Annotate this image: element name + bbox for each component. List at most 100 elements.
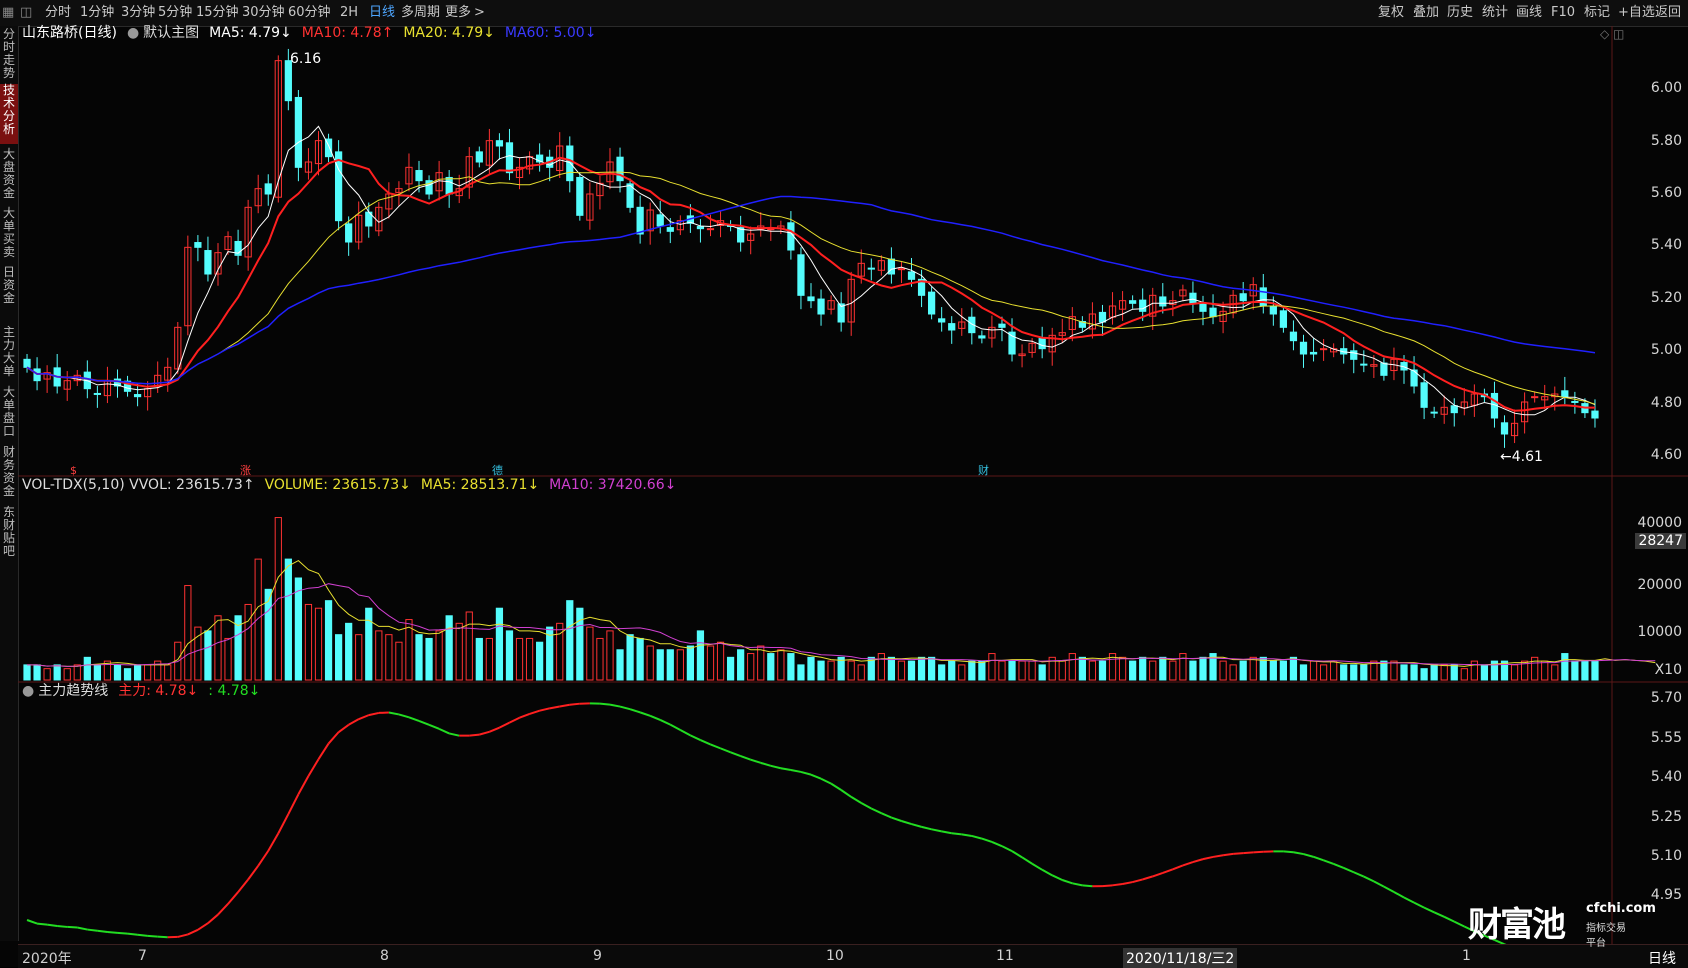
volume-bar bbox=[486, 638, 492, 680]
trend-segment bbox=[811, 775, 821, 779]
candle-body bbox=[1039, 339, 1045, 349]
trend-segment bbox=[288, 794, 298, 814]
trend-segment bbox=[620, 707, 630, 710]
volume-bar bbox=[748, 654, 754, 680]
volume-bar bbox=[1190, 661, 1196, 680]
chart-canvas: 6.16 ←4.61 $ 涨 德 财 bbox=[0, 0, 1688, 967]
trend-segment bbox=[429, 725, 439, 729]
vol-axis-label: 10000 bbox=[1637, 624, 1682, 640]
candle-body bbox=[1381, 363, 1387, 375]
volume-bar bbox=[617, 650, 623, 680]
candle-body bbox=[506, 143, 512, 173]
high-price-label: 6.16 bbox=[290, 51, 321, 67]
trend-segment bbox=[349, 719, 359, 725]
trend-segment bbox=[972, 836, 982, 839]
vol-cursor-value: 28247 bbox=[1635, 533, 1686, 549]
trend-segment bbox=[801, 772, 811, 775]
volume-bar bbox=[707, 646, 713, 680]
volume-bar bbox=[1310, 661, 1316, 680]
volume-bar bbox=[979, 661, 985, 680]
volume-bar bbox=[697, 631, 703, 680]
volume-bar bbox=[989, 654, 995, 680]
volume-bar bbox=[526, 638, 532, 680]
trend-segment bbox=[439, 729, 449, 734]
trend-segment bbox=[831, 784, 841, 790]
candle-body bbox=[577, 177, 583, 215]
trend-segment bbox=[1394, 892, 1404, 897]
volume-bar bbox=[928, 657, 934, 680]
trend-segment bbox=[600, 704, 610, 705]
volume-bar bbox=[205, 631, 211, 680]
price-axis-label: 4.80 bbox=[1651, 395, 1682, 411]
low-price-label: ←4.61 bbox=[1500, 449, 1543, 465]
trend-segment bbox=[248, 866, 258, 880]
trend-segment bbox=[1082, 885, 1092, 886]
date-label: 11 bbox=[996, 948, 1014, 964]
event-mark[interactable]: 德 bbox=[492, 463, 503, 477]
trend-segment bbox=[1133, 879, 1143, 882]
trend-segment bbox=[298, 776, 308, 794]
volume-bar bbox=[1059, 661, 1065, 680]
trend-segment bbox=[680, 730, 690, 735]
volume-bar bbox=[1140, 657, 1146, 680]
trend-segment bbox=[339, 725, 349, 732]
volume-bar bbox=[1079, 657, 1085, 680]
candle-body bbox=[788, 223, 794, 250]
trend-segment bbox=[308, 759, 318, 776]
trend-segment bbox=[781, 768, 791, 770]
trend-segment bbox=[449, 733, 459, 735]
volume-bar bbox=[647, 646, 653, 680]
volume-bar bbox=[908, 661, 914, 680]
candle-body bbox=[818, 299, 824, 314]
candle-body bbox=[1210, 308, 1216, 317]
trend-segment bbox=[1303, 854, 1313, 857]
trend-segment bbox=[670, 725, 680, 730]
volume-bar bbox=[1250, 657, 1256, 680]
candle-body bbox=[1421, 383, 1427, 408]
volume-bar bbox=[305, 604, 311, 680]
candle-body bbox=[1451, 406, 1457, 413]
candle-body bbox=[1160, 297, 1166, 306]
trend-segment bbox=[630, 709, 640, 712]
date-label: 8 bbox=[380, 948, 389, 964]
trend-segment bbox=[791, 770, 801, 772]
ma5-line bbox=[27, 126, 1595, 415]
trend-segment bbox=[319, 744, 329, 760]
volume-bar bbox=[587, 627, 593, 680]
period-label[interactable]: 日线 bbox=[1648, 948, 1676, 968]
candle-body bbox=[567, 146, 573, 181]
volume-bar bbox=[1421, 669, 1427, 680]
event-mark[interactable]: 财 bbox=[978, 463, 989, 477]
volume-bar bbox=[959, 665, 965, 680]
candle-body bbox=[1351, 351, 1357, 360]
candle-body bbox=[898, 269, 904, 270]
trend-segment bbox=[479, 732, 489, 735]
trend-axis-label: 5.70 bbox=[1651, 690, 1682, 706]
volume-bar bbox=[506, 631, 512, 680]
stock-chart-app: ▦ ◫ 分时 1分钟 3分钟 5分钟 15分钟 30分钟 60分钟 2H 日线 … bbox=[0, 0, 1688, 967]
event-mark[interactable]: $ bbox=[70, 464, 77, 477]
trend-segment bbox=[218, 904, 228, 915]
volume-bar bbox=[346, 623, 352, 680]
trend-segment bbox=[37, 924, 47, 925]
price-axis-label: 5.00 bbox=[1651, 342, 1682, 358]
event-mark[interactable]: 涨 bbox=[240, 464, 251, 477]
trend-segment bbox=[1414, 903, 1424, 908]
trend-segment bbox=[1314, 857, 1324, 860]
candle-body bbox=[94, 393, 100, 394]
volume-bar bbox=[366, 608, 372, 680]
volume-bar bbox=[758, 646, 764, 680]
candle-body bbox=[1431, 412, 1437, 413]
trend-segment bbox=[1454, 922, 1464, 927]
trend-segment bbox=[751, 760, 761, 763]
trend-segment bbox=[690, 735, 700, 740]
volume-bar bbox=[1300, 665, 1306, 680]
volume-bar bbox=[717, 642, 723, 680]
candle-body bbox=[134, 395, 140, 397]
volume-bar bbox=[1582, 661, 1588, 680]
volume-bar bbox=[597, 638, 603, 680]
trend-segment bbox=[67, 927, 77, 928]
trend-segment bbox=[409, 717, 419, 721]
volume-bar bbox=[315, 608, 321, 680]
trend-segment bbox=[1404, 897, 1414, 902]
